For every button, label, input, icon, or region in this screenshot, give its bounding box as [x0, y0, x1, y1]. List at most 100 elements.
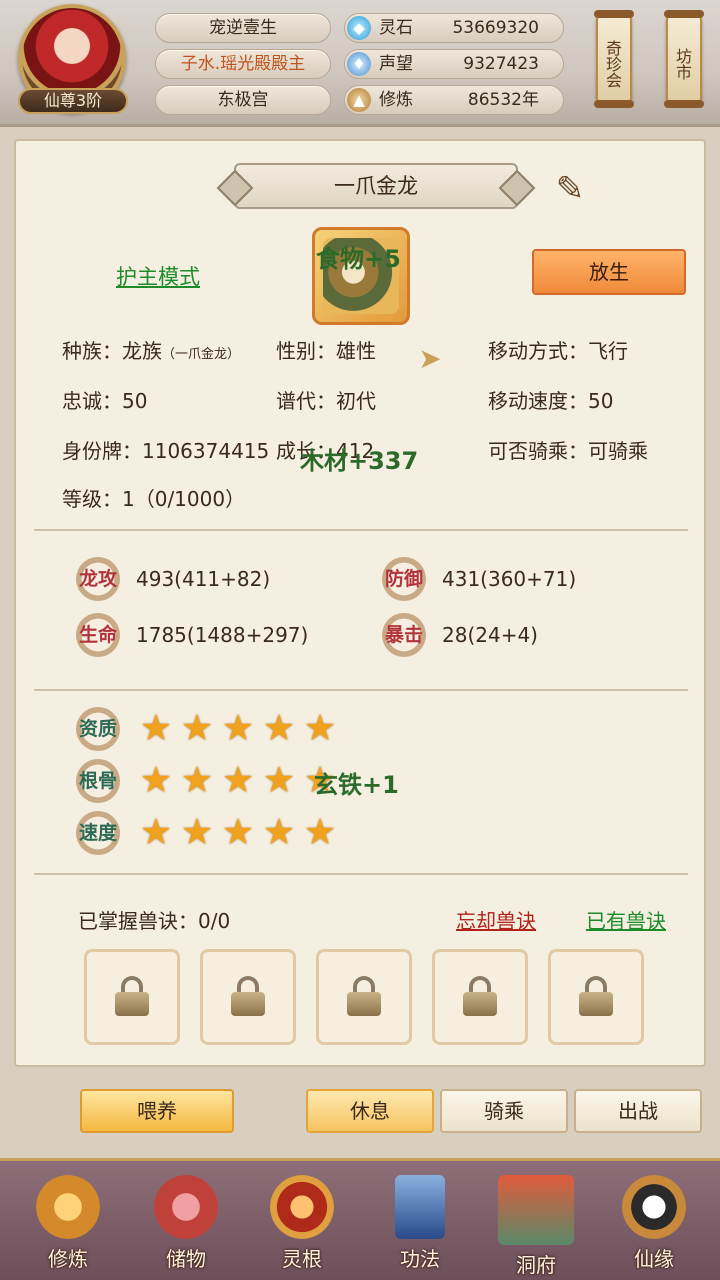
qizhenhui-button[interactable]: 奇珍会	[594, 10, 634, 108]
stat-value-hp: 1785(1488+297)	[136, 623, 309, 647]
top-bar: 仙尊3阶 宠逆壹生 子水.瑶光殿殿主 东极宫 ◆ 灵石 53669320 ♦ 声…	[0, 0, 720, 124]
pet-generation: 谱代：初代	[276, 389, 376, 413]
pet-rideable: 可否骑乘：可骑乘	[488, 439, 648, 463]
gem-icon: ◆	[347, 16, 371, 40]
owned-skills-link[interactable]: 已有兽诀	[586, 905, 666, 934]
star-icon: ★	[221, 812, 255, 853]
star-icon: ★	[303, 812, 337, 853]
pet-detail-panel: 一爪金龙 ✎ 护主模式 食物+5 放生 种族：龙族（一爪金龙） 性别：雄性 ➤ …	[0, 124, 720, 1158]
skill-slot[interactable]	[316, 949, 412, 1045]
star-icon: ★	[262, 708, 296, 749]
lock-icon	[347, 976, 381, 1016]
skill-slot[interactable]	[84, 949, 180, 1045]
star-icon: ★	[180, 760, 214, 801]
star-icon: ★	[139, 760, 173, 801]
pet-loyalty: 忠诚：50	[62, 389, 148, 413]
skill-slot[interactable]	[200, 949, 296, 1045]
meditation-icon: ▲	[347, 88, 371, 112]
resource-label: 灵石	[379, 18, 413, 38]
resource-value: 86532年	[467, 90, 539, 110]
pet-level: 等级：1（0/1000）	[62, 487, 246, 511]
pet-id-tag: 身份牌：1106374415	[62, 439, 270, 463]
stat-badge-attack: 龙攻	[76, 557, 120, 601]
pet-name: 一爪金龙	[234, 163, 518, 209]
rank-badge: 仙尊3阶	[18, 88, 128, 114]
stat-badge-defense: 防御	[382, 557, 426, 601]
nav-label: 储物	[166, 1247, 206, 1271]
palace-gate-icon	[498, 1175, 574, 1245]
nav-label: 修炼	[48, 1247, 88, 1271]
battle-button[interactable]: 出战	[574, 1089, 702, 1133]
star-rating-bone: ★ ★ ★ ★ ★	[136, 761, 341, 801]
divider	[34, 529, 688, 531]
nav-spirit-root[interactable]: 灵根	[252, 1175, 352, 1279]
resource-label: 声望	[379, 54, 413, 74]
ride-button[interactable]: 骑乘	[440, 1089, 568, 1133]
star-icon: ★	[262, 760, 296, 801]
nav-label: 洞府	[516, 1253, 556, 1277]
pet-card: 一爪金龙 ✎ 护主模式 食物+5 放生 种族：龙族（一爪金龙） 性别：雄性 ➤ …	[14, 139, 706, 1067]
nav-label: 仙缘	[634, 1247, 674, 1271]
stat-value-attack: 493(411+82)	[136, 567, 271, 591]
pet-move-type: 移动方式：飞行	[488, 339, 628, 363]
lock-icon	[579, 976, 613, 1016]
stat-badge-hp: 生命	[76, 613, 120, 657]
rest-button[interactable]: 休息	[306, 1089, 434, 1133]
resource-value: 53669320	[452, 18, 539, 38]
flame-icon: ♦	[347, 52, 371, 76]
nav-immortal-fate[interactable]: 仙缘	[604, 1175, 704, 1279]
guard-mode-link[interactable]: 护主模式	[116, 261, 200, 291]
star-icon: ★	[221, 708, 255, 749]
cultivation-icon	[36, 1175, 100, 1239]
pet-race: 种族：龙族（一爪金龙）	[62, 335, 240, 364]
fangshi-button[interactable]: 坊市	[664, 10, 704, 108]
book-quill-icon[interactable]: ✎	[546, 169, 594, 209]
player-name: 宠逆壹生	[155, 13, 331, 43]
stat-value-crit: 28(24+4)	[442, 623, 538, 647]
bottom-nav: 修炼 储物 灵根 功法 洞府 仙缘	[0, 1158, 720, 1280]
resource-label: 修炼	[379, 90, 413, 110]
nav-cultivation[interactable]: 修炼	[18, 1175, 118, 1279]
race-value: 龙族	[122, 339, 162, 363]
release-button[interactable]: 放生	[532, 249, 686, 295]
aptitude-badge-bone: 根骨	[76, 759, 120, 803]
lock-icon	[231, 976, 265, 1016]
nav-label: 功法	[400, 1247, 440, 1271]
star-rating-speed: ★ ★ ★ ★ ★	[136, 813, 341, 853]
arrow-right-icon[interactable]: ➤	[412, 341, 448, 377]
divider	[34, 873, 688, 875]
nav-techniques[interactable]: 功法	[370, 1175, 470, 1279]
nav-cave-dwelling[interactable]: 洞府	[486, 1175, 586, 1279]
stat-badge-crit: 暴击	[382, 613, 426, 657]
player-title: 子水.瑶光殿殿主	[155, 49, 331, 79]
race-subtype: （一爪金龙）	[162, 347, 241, 362]
feed-button[interactable]: 喂养	[80, 1089, 234, 1133]
race-label: 种族：	[62, 339, 122, 363]
star-icon: ★	[262, 812, 296, 853]
nav-label: 灵根	[282, 1247, 322, 1271]
player-palace: 东极宫	[155, 85, 331, 115]
resource-value: 9327423	[463, 54, 539, 74]
star-icon: ★	[139, 812, 173, 853]
resource-shengwang: ♦ 声望 9327423	[344, 49, 564, 79]
aptitude-badge-talent: 资质	[76, 707, 120, 751]
floating-reward-food: 食物+5	[316, 245, 401, 273]
stat-value-defense: 431(360+71)	[442, 567, 577, 591]
skill-slot[interactable]	[432, 949, 528, 1045]
floating-reward-wood: 木材+337	[300, 447, 419, 475]
star-icon: ★	[221, 760, 255, 801]
resource-xiulian: ▲ 修炼 86532年	[344, 85, 564, 115]
pet-gender: 性别：雄性	[276, 339, 376, 363]
nav-storage[interactable]: 储物	[136, 1175, 236, 1279]
lock-icon	[115, 976, 149, 1016]
divider	[34, 689, 688, 691]
forget-skills-link[interactable]: 忘却兽诀	[456, 905, 536, 934]
star-icon: ★	[303, 708, 337, 749]
aptitude-badge-speed: 速度	[76, 811, 120, 855]
skill-slot[interactable]	[548, 949, 644, 1045]
floating-reward-iron: 玄铁+1	[314, 771, 399, 799]
mastered-skills-count: 已掌握兽诀：0/0	[78, 909, 231, 933]
storage-bag-icon	[154, 1175, 218, 1239]
pet-move-speed: 移动速度：50	[488, 389, 614, 413]
spirit-root-icon	[270, 1175, 334, 1239]
